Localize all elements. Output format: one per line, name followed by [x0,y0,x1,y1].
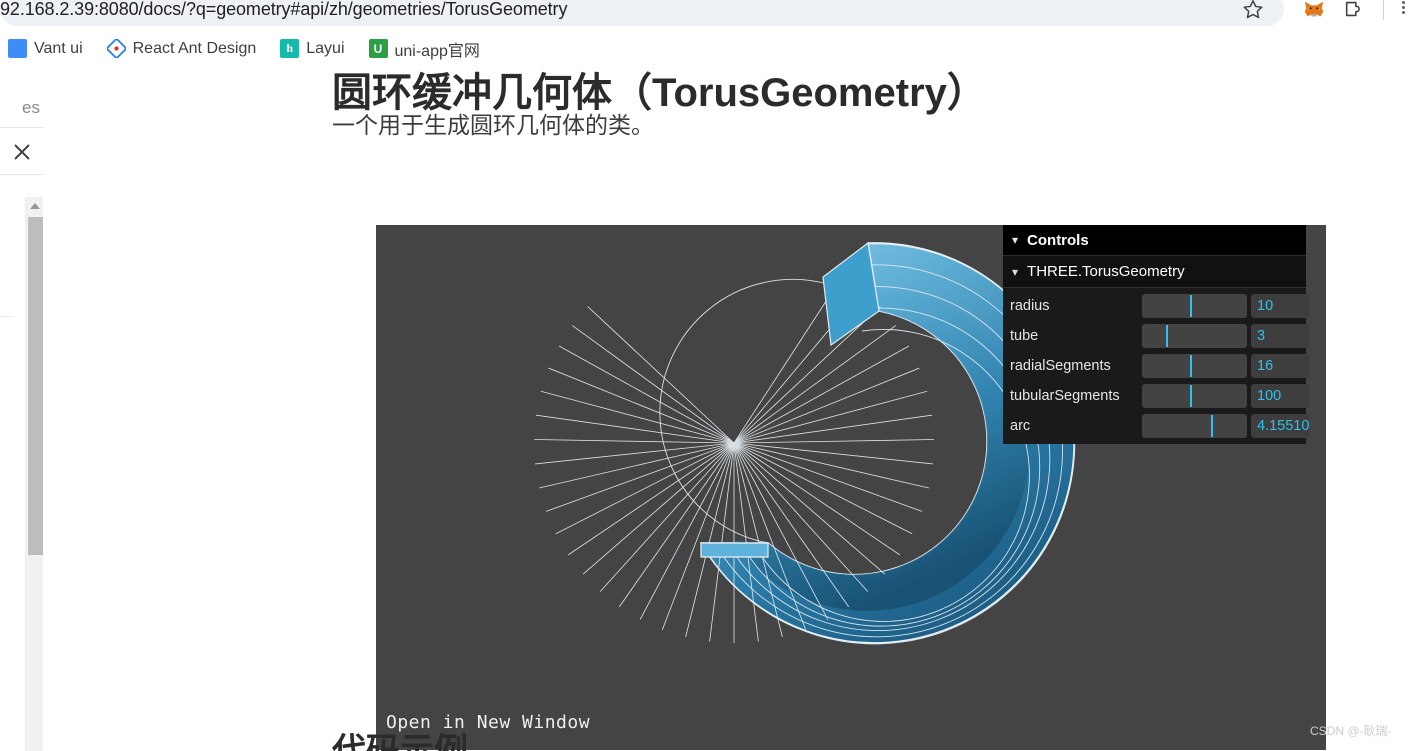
kebab-dot [1401,10,1405,14]
bookmark-label: React Ant Design [132,39,257,57]
close-icon [14,144,30,159]
page-scrollbar[interactable] [25,197,43,751]
scrollbar-thumb[interactable] [28,217,43,555]
bookmark-star-button[interactable] [1223,0,1283,26]
toolbar-divider [1383,0,1384,20]
slider-knob[interactable] [1211,415,1214,437]
bookmark-label: uni-app官网 [394,42,480,60]
gui-slider-arc[interactable] [1142,414,1247,438]
csdn-watermark: CSDN @-耿瑞- [1310,724,1392,738]
gui-title-label: Controls [1027,231,1089,249]
layui-glyph: h [280,39,300,58]
section-heading-code-example: 代码示例 [332,732,468,751]
gui-value-arc[interactable]: 4.155100 [1251,414,1309,438]
vant-favicon [8,39,27,58]
sidebar-truncated-label: es [0,88,45,128]
bookmark-uni-app[interactable]: U uni-app官网 [361,33,488,65]
gui-slider-tubularSegments[interactable] [1142,384,1247,408]
puzzle-icon [1345,1,1360,17]
extension-icon[interactable] [1340,0,1368,22]
bookmark-vant-ui[interactable]: Vant ui [0,35,91,62]
slider-knob[interactable] [1190,355,1193,377]
sidebar-divider [0,316,14,317]
gui-value-tubularSegments[interactable]: 100 [1251,384,1309,408]
ant-design-icon [106,39,126,58]
uniapp-favicon: U [368,39,388,58]
bookmark-layui[interactable]: h Layui [272,35,352,62]
gui-row-tube: tube 3 [1003,321,1309,351]
slider-knob[interactable] [1190,295,1193,317]
gui-row-radius: radius 10 [1003,291,1309,321]
react-ant-design-favicon [106,39,126,58]
gui-row-arc: arc 4.155100 [1003,411,1309,441]
kebab-dot [1401,0,1405,4]
slider-knob[interactable] [1190,385,1193,407]
page-subtitle: 一个用于生成圆环几何体的类。 [332,112,654,138]
gui-controls-panel: ▾ Controls ▾ THREE.TorusGeometry radius … [1003,225,1309,444]
bookmark-react-ant-design[interactable]: React Ant Design [99,35,265,62]
gui-folder-header[interactable]: ▾ THREE.TorusGeometry [1003,256,1306,288]
chevron-down-icon: ▾ [1012,233,1019,247]
gui-label-tubularSegments: tubularSegments [1010,388,1120,404]
scroll-up-arrow-icon[interactable] [26,197,44,214]
gui-row-tubular-segments: tubularSegments 100 [1003,381,1309,411]
gui-slider-tube[interactable] [1142,324,1247,348]
kebab-dot [1401,5,1405,9]
gui-slider-radialSegments[interactable] [1142,354,1247,378]
slider-knob[interactable] [1166,325,1169,347]
gui-row-radial-segments: radialSegments 16 [1003,351,1309,381]
chevron-down-icon: ▾ [1012,264,1019,279]
gui-controller-list: radius 10 tube 3 radialSegments 16 tubul… [1003,288,1309,444]
address-bar[interactable]: 92.168.2.39:8080/docs/?q=geometry#api/zh… [0,0,1284,26]
sidebar-label-text: es [22,97,40,117]
sidebar-close-button[interactable] [0,129,45,175]
bookmark-label: Vant ui [34,39,83,57]
browser-chrome: 92.168.2.39:8080/docs/?q=geometry#api/zh… [0,0,1420,30]
gui-label-arc: arc [1010,418,1031,434]
bookmarks-bar: Vant ui React Ant Design h Layui U uni-a… [0,30,1420,68]
fox-icon [1304,1,1324,17]
metamask-extension-icon[interactable] [1300,0,1328,22]
gui-label-tube: tube [1010,328,1039,344]
gui-slider-radius[interactable] [1142,294,1247,318]
chrome-menu-button[interactable] [1396,0,1410,20]
star-icon [1243,0,1263,19]
gui-value-tube[interactable]: 3 [1251,324,1309,348]
gui-label-radialSegments: radialSegments [1010,358,1111,374]
gui-value-radius[interactable]: 10 [1251,294,1309,318]
gui-value-radialSegments[interactable]: 16 [1251,354,1309,378]
gui-label-radius: radius [1010,298,1050,314]
layui-favicon: h [280,39,300,58]
gui-folder-label: THREE.TorusGeometry [1027,263,1185,280]
bookmark-label: Layui [306,39,345,57]
url-text: 92.168.2.39:8080/docs/?q=geometry#api/zh… [0,0,568,19]
uniapp-glyph: U [368,39,388,58]
three-js-viewer[interactable]: Open in New Window ▾ Controls ▾ THREE.To… [376,225,1326,750]
gui-title-bar[interactable]: ▾ Controls [1003,225,1306,256]
document-content: 圆环缓冲几何体（TorusGeometry） 一个用于生成圆环几何体的类。 Op… [44,68,1420,751]
